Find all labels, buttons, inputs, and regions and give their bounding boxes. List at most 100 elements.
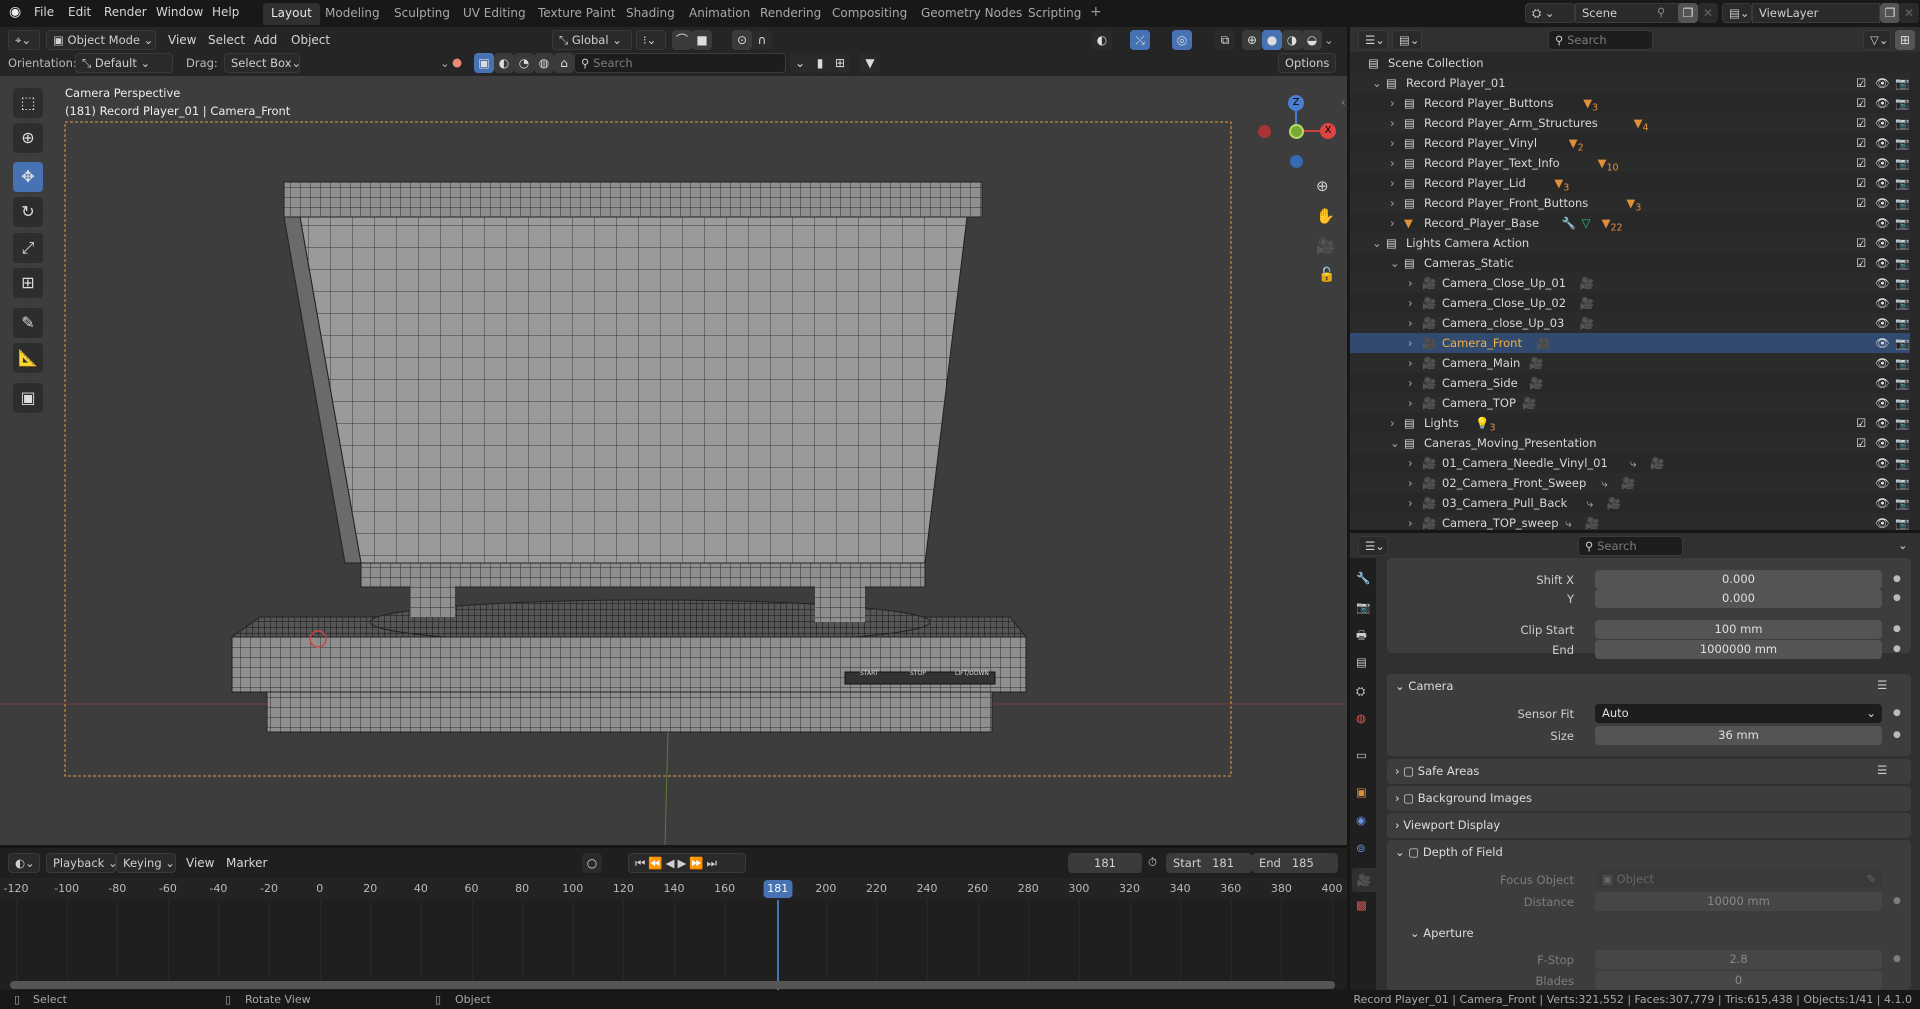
outliner-item-name[interactable]: Camera_TOP_sweep	[1442, 513, 1559, 530]
render-toggle-icon[interactable]: 📷	[1895, 313, 1909, 333]
distance-field[interactable]: 10000 mm	[1595, 892, 1882, 911]
stopwatch-icon[interactable]: ⏱	[1148, 855, 1157, 870]
cursor-tool-icon[interactable]: ⊕	[13, 123, 43, 153]
physics-tab-icon[interactable]: ◉	[1356, 813, 1366, 827]
3d-viewport[interactable]: START STOP LIFT/DOWN Camera Perspective …	[0, 27, 1347, 845]
collection-tab-icon[interactable]: ▭	[1356, 748, 1367, 762]
shading-options-icon[interactable]: ⌄	[1324, 33, 1334, 47]
outliner-row[interactable]: › ▤ Record Player_Vinyl ▼2 ☑ 👁 📷	[1350, 133, 1910, 153]
outliner-item-name[interactable]: Record Player_Text_Info	[1424, 153, 1560, 173]
render-toggle-icon[interactable]: 📷	[1895, 113, 1909, 133]
outliner-item-name[interactable]: Camera_Front	[1442, 333, 1522, 353]
tool-tab-icon[interactable]: 🔧	[1356, 571, 1370, 585]
menu-add[interactable]: Add	[254, 33, 277, 47]
expand-arrow-icon[interactable]: ›	[1408, 393, 1413, 413]
outliner-item-name[interactable]: Camera_Close_Up_02	[1442, 293, 1566, 313]
timeline[interactable]: ◐⌄ Playback ⌄ Keying ⌄ View Marker ○ ⏮⏪◀…	[0, 845, 1347, 990]
solid-shading-icon[interactable]: ●	[1262, 30, 1282, 50]
outliner-row[interactable]: ⌄ ▤ Cameras_Static ☑ 👁 📷	[1350, 253, 1910, 273]
visibility-eye-icon[interactable]: 👁	[1875, 473, 1890, 493]
scale-tool-icon[interactable]: ⤢	[13, 233, 43, 263]
outliner-editor-type-icon[interactable]: ☰⌄	[1358, 30, 1388, 50]
render-toggle-icon[interactable]: 📷	[1895, 233, 1909, 253]
visibility-icon[interactable]: ◐	[1092, 30, 1112, 50]
render-toggle-icon[interactable]: 📷	[1895, 133, 1909, 153]
outliner-row[interactable]: › ▼ Record_Player_Base 🔧 ▽ ▼22 👁 📷	[1350, 213, 1910, 233]
tab-sculpting[interactable]: Sculpting	[386, 3, 458, 25]
end-frame-field[interactable]: End 185	[1252, 853, 1338, 873]
exclude-checkbox[interactable]: ☑	[1856, 433, 1866, 453]
visibility-eye-icon[interactable]: 👁	[1875, 373, 1890, 393]
visibility-eye-icon[interactable]: 👁	[1875, 213, 1890, 233]
outliner-item-name[interactable]: 03_Camera_Pull_Back	[1442, 493, 1567, 513]
properties-editor-type-icon[interactable]: ☰⌄	[1358, 536, 1388, 556]
funnel-icon[interactable]: ▼	[860, 53, 880, 73]
render-toggle-icon[interactable]: 📷	[1895, 393, 1909, 413]
tab-uv-editing[interactable]: UV Editing	[455, 3, 534, 25]
outliner-row[interactable]: › 🎥 01_Camera_Needle_Vinyl_01 ⤷ 🎥 👁 📷	[1350, 453, 1910, 473]
falloff-icon[interactable]: ∩	[752, 30, 772, 50]
viewport-search-input[interactable]: ⚲ Search	[574, 53, 786, 73]
expand-arrow-icon[interactable]: ›	[1408, 333, 1413, 353]
menu-select[interactable]: Select	[208, 33, 245, 47]
tab-scripting[interactable]: Scripting	[1020, 3, 1089, 25]
properties-editor[interactable]: ☰⌄ ⚲ Search ⌄ 🔧 📷 🖶 ▤ ⛭ ◍ ▭ ▣ ◉ ⊚ 🎥 ▩ Sh…	[1350, 533, 1920, 990]
outliner-row[interactable]: › 🎥 Camera_Side 🎥 👁 📷	[1350, 373, 1910, 393]
rotate-tool-icon[interactable]: ↻	[13, 197, 43, 227]
pin-icon[interactable]: ⚲	[1657, 5, 1665, 19]
view-layer-selector[interactable]: ViewLayer	[1752, 3, 1880, 23]
frame-ruler[interactable]: -120 -100 -80 -60 -40 -20 0 20 40 60 80 100 120 140 16…	[0, 878, 1347, 900]
new-view-layer-icon[interactable]: ❐	[1880, 3, 1900, 23]
outliner-item-name[interactable]: Camera_Main	[1442, 353, 1520, 373]
expand-arrow-icon[interactable]: ›	[1408, 453, 1413, 473]
expand-arrow-icon[interactable]: ›	[1390, 153, 1395, 173]
camera-view-icon[interactable]: 🎥	[1316, 237, 1335, 255]
render-toggle-icon[interactable]: 📷	[1895, 193, 1909, 213]
outliner-row[interactable]: › ▤ Record Player_Buttons ▼3 ☑ 👁 📷	[1350, 93, 1910, 113]
new-scene-icon[interactable]: ❐	[1678, 3, 1698, 23]
expand-arrow-icon[interactable]: ›	[1390, 133, 1395, 153]
view-layer-tab-icon[interactable]: ▤	[1356, 655, 1367, 669]
menu-render[interactable]: Render	[104, 5, 147, 19]
outliner-row[interactable]: › ▤ Record Player_Lid ▼3 ☑ 👁 📷	[1350, 173, 1910, 193]
editor-type-icon[interactable]: ⌖⌄	[8, 30, 40, 50]
outliner-item-name[interactable]: Record Player_01	[1406, 73, 1506, 93]
auto-keying-icon[interactable]: ○	[582, 853, 602, 873]
outliner-row[interactable]: › 🎥 Camera_Main 🎥 👁 📷	[1350, 353, 1910, 373]
visibility-eye-icon[interactable]: 👁	[1875, 313, 1890, 333]
filter-toggle-icon[interactable]: ⌄	[790, 53, 810, 73]
visibility-eye-icon[interactable]: 👁	[1875, 133, 1890, 153]
zoom-icon[interactable]: ⊕	[1316, 177, 1329, 195]
visibility-eye-icon[interactable]: 👁	[1875, 353, 1890, 373]
render-toggle-icon[interactable]: 📷	[1895, 293, 1909, 313]
tab-shading[interactable]: Shading	[618, 3, 683, 25]
outliner-item-name[interactable]: Cameras_Static	[1424, 253, 1514, 273]
transform-orientation[interactable]: ⤡ Global ⌄	[552, 30, 632, 50]
expand-arrow-icon[interactable]: ›	[1390, 193, 1395, 213]
visibility-eye-icon[interactable]: 👁	[1875, 73, 1890, 93]
visibility-eye-icon[interactable]: 👁	[1875, 413, 1890, 433]
filter-light-icon[interactable]: ◔	[514, 53, 534, 73]
visibility-eye-icon[interactable]: 👁	[1875, 113, 1890, 133]
gizmo-toggle-icon[interactable]: ⤯	[1130, 30, 1150, 50]
outliner-item-name[interactable]: Scene Collection	[1388, 53, 1484, 73]
outliner-row[interactable]: ⌄ ▤ Record Player_01 ☑ 👁 📷	[1350, 73, 1910, 93]
scene-selector[interactable]: Scene	[1575, 3, 1685, 23]
expand-arrow-icon[interactable]: ›	[1408, 473, 1413, 493]
render-toggle-icon[interactable]: 📷	[1895, 353, 1909, 373]
outliner-row[interactable]: ⌄ ▤ Lights Camera Action ☑ 👁 📷	[1350, 233, 1910, 253]
collapse-arrow-icon[interactable]: ⌄	[1390, 433, 1400, 453]
fstop-field[interactable]: 2.8	[1595, 950, 1882, 969]
delete-view-layer-icon[interactable]: ✕	[1899, 3, 1919, 23]
presets-icon[interactable]: ☰	[1877, 678, 1887, 692]
visibility-eye-icon[interactable]: 👁	[1875, 493, 1890, 513]
tab-animation[interactable]: Animation	[681, 3, 758, 25]
gizmo-z-axis[interactable]: Z	[1288, 95, 1304, 111]
scene-type-icon[interactable]: ⛭ ⌄	[1525, 3, 1575, 23]
focus-object-field[interactable]: ▣ Object ✎	[1595, 870, 1882, 889]
expand-arrow-icon[interactable]: ›	[1408, 353, 1413, 373]
tab-compositing[interactable]: Compositing	[824, 3, 915, 25]
visibility-eye-icon[interactable]: 👁	[1875, 513, 1890, 530]
keying-menu[interactable]: Keying ⌄	[116, 853, 176, 873]
collapse-arrow-icon[interactable]: ⌄	[1390, 253, 1400, 273]
